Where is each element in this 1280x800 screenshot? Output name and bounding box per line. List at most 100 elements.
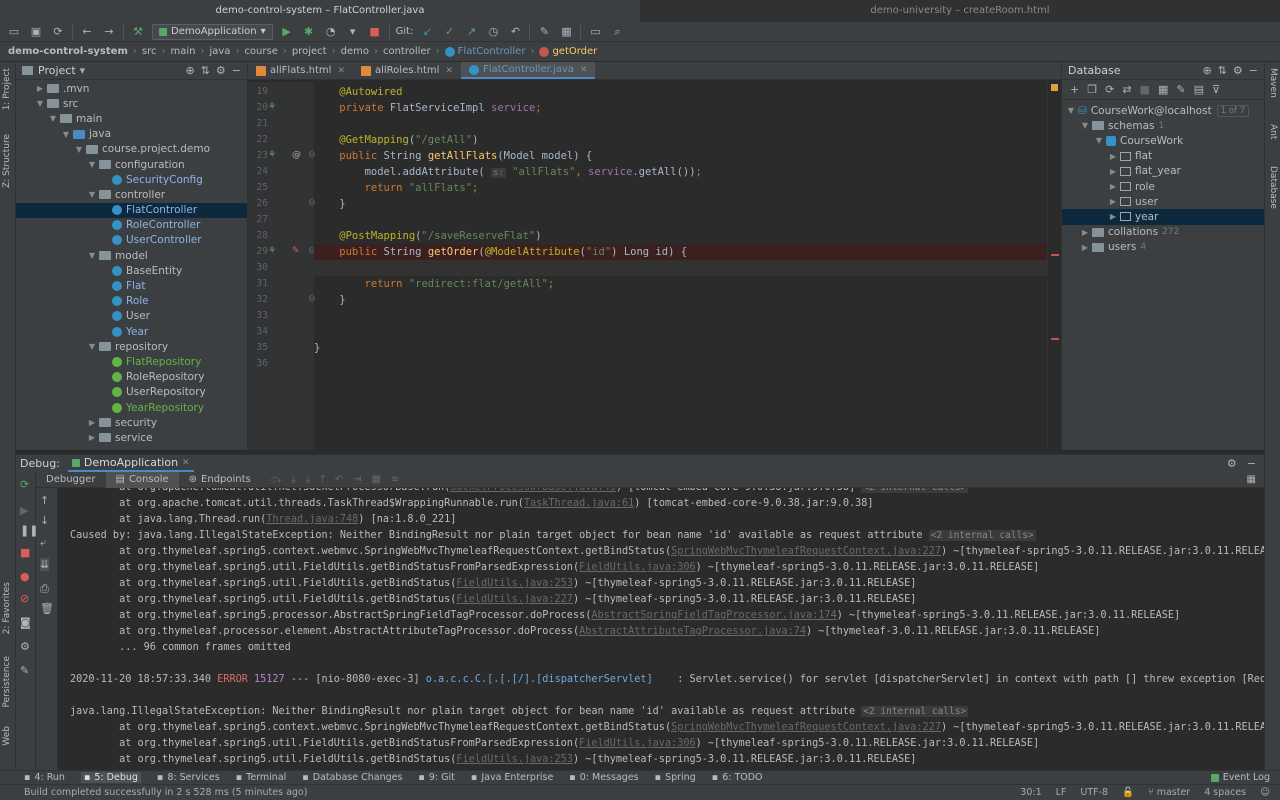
breadcrumb-class[interactable]: FlatController [444, 46, 525, 57]
build-hammer-icon[interactable]: ⚒ [130, 24, 146, 40]
collapse-all-icon[interactable]: ⇅ [1218, 64, 1227, 77]
console-line[interactable]: at org.thymeleaf.spring5.util.FieldUtils… [70, 576, 916, 592]
project-structure-icon[interactable]: ▦ [558, 24, 574, 40]
filter-icon[interactable]: ⊽ [1212, 83, 1220, 96]
tree-item[interactable]: Flat [16, 278, 247, 293]
breadcrumb-project[interactable]: demo-control-system [8, 46, 128, 57]
code-line[interactable]: @PostMapping("/saveReserveFlat") [314, 228, 1047, 244]
status-message[interactable]: Build completed successfully in 2 s 528 … [24, 787, 307, 798]
stack-trace-link[interactable]: FieldUtils.java:306 [579, 562, 696, 573]
tree-item[interactable]: ▼ main [16, 111, 247, 126]
git-rollback-icon[interactable]: ↶ [507, 24, 523, 40]
git-history-icon[interactable]: ◷ [485, 24, 501, 40]
editor-tab[interactable]: FlatController.java ✕ [460, 62, 596, 79]
debug-icon[interactable]: ✱ [301, 24, 317, 40]
run-config-select[interactable]: DemoApplication ▾ [152, 23, 273, 40]
chevron-down-icon[interactable]: ▼ [48, 114, 58, 123]
inactive-window-title[interactable]: demo-university – createRoom.html [640, 0, 1280, 22]
git-branch[interactable]: ⑂ master [1148, 787, 1190, 798]
side-tab-structure[interactable]: Z: Structure [2, 134, 12, 188]
console-output[interactable]: at org.apache.tomcat.util.net.SocketProc… [66, 488, 1264, 771]
console-line[interactable]: at org.apache.tomcat.util.threads.TaskTh… [70, 496, 873, 512]
close-icon[interactable]: ✕ [580, 65, 588, 75]
code-line[interactable]: model.addAttribute( s: "allFlats", servi… [314, 164, 1047, 180]
chevron-right-icon[interactable]: ▶ [87, 433, 97, 442]
camera-icon[interactable]: ◙ [20, 616, 31, 629]
code-line[interactable]: @GetMapping("/getAll") [314, 132, 1047, 148]
code-line[interactable] [314, 260, 1047, 276]
chevron-down-icon[interactable]: ▼ [61, 130, 71, 139]
close-icon[interactable]: ✕ [445, 66, 453, 76]
tree-item[interactable]: ▼ src [16, 96, 247, 111]
tree-item[interactable]: RoleRepository [16, 370, 247, 385]
run-icon[interactable]: ▶ [279, 24, 295, 40]
tree-item[interactable]: ▼ course.project.demo [16, 142, 247, 157]
folder-open-icon[interactable]: ▭ [6, 24, 22, 40]
tree-item[interactable]: ▼ model [16, 248, 247, 263]
tree-item[interactable]: BaseEntity [16, 263, 247, 278]
file-encoding[interactable]: UTF-8 [1080, 787, 1108, 798]
hide-icon[interactable]: − [232, 64, 241, 77]
tree-item[interactable]: UserRepository [16, 385, 247, 400]
side-tab-database[interactable]: Database [1268, 166, 1278, 209]
bottom-tab[interactable]: ▪ Java Enterprise [471, 772, 553, 783]
console-line[interactable]: Caused by: java.lang.IllegalStateExcepti… [70, 528, 1036, 544]
editor-gutter[interactable]: 19 20 21 22 23 24 25 26 27 28 29 30 31 32 33 34 35 36 ⚘ ⚘ @ ⊖… [248, 82, 316, 450]
step-out-icon[interactable]: ⤒ [320, 474, 324, 485]
scroll-to-end-icon[interactable]: ⇊ [40, 558, 50, 571]
stack-trace-link[interactable]: FieldUtils.java:227 [456, 594, 573, 605]
git-commit-icon[interactable]: ✓ [441, 24, 457, 40]
spring-mapping-icon[interactable]: ⚘ [268, 246, 276, 256]
chevron-down-icon[interactable]: ▼ [1094, 136, 1104, 145]
chevron-right-icon[interactable]: ▶ [35, 84, 45, 93]
evaluate-icon[interactable]: ▦ [372, 474, 381, 485]
project-panel-title[interactable]: Project [38, 64, 76, 77]
stack-trace-link[interactable]: FieldUtils.java:253 [456, 754, 573, 765]
breadcrumb-controller[interactable]: controller [383, 46, 431, 57]
down-arrow-icon[interactable]: ↓ [40, 514, 49, 527]
tree-item[interactable]: YearRepository [16, 400, 247, 415]
chevron-right-icon[interactable]: ▶ [1080, 228, 1090, 237]
inspector-icon[interactable]: ☺ [1260, 787, 1270, 798]
stop-icon[interactable]: ■ [1140, 83, 1150, 96]
warning-marker[interactable] [1051, 84, 1058, 91]
up-arrow-icon[interactable]: ↑ [40, 494, 49, 507]
code-line[interactable]: private FlatServiceImpl service; [314, 100, 1047, 116]
bottom-tab[interactable]: ▪ 6: TODO [712, 772, 763, 783]
stop-icon[interactable]: ■ [20, 546, 30, 559]
chevron-down-icon[interactable]: ▼ [87, 251, 97, 260]
tree-item[interactable]: ▼ java [16, 127, 247, 142]
tree-item[interactable]: ▼ controller [16, 187, 247, 202]
git-push-icon[interactable]: ↗ [463, 24, 479, 40]
console-line[interactable]: at org.thymeleaf.processor.element.Abstr… [70, 624, 1100, 640]
code-line[interactable]: } [314, 292, 1047, 308]
code-line[interactable] [314, 308, 1047, 324]
code-line[interactable]: @Autowired [314, 84, 1047, 100]
breadcrumb-main[interactable]: main [170, 46, 195, 57]
code-line[interactable] [314, 212, 1047, 228]
force-step-into-icon[interactable]: ⤓ [306, 474, 310, 485]
trace-icon[interactable]: ≡ [391, 474, 399, 485]
db-tree-item[interactable]: ▼ ⛁ CourseWork@localhost 1 of 7 [1062, 103, 1264, 118]
tree-item[interactable]: ▼ repository [16, 339, 247, 354]
stop-icon[interactable]: ■ [367, 24, 383, 40]
side-tab-maven[interactable]: Maven [1268, 68, 1278, 98]
schema-icon[interactable]: ⇄ [1122, 83, 1131, 96]
console-line[interactable]: ... 96 common frames omitted [70, 640, 291, 656]
db-tree-item[interactable]: ▶ collations 272 [1062, 225, 1264, 240]
layout-icon[interactable]: ▦ [1247, 474, 1264, 485]
forward-icon[interactable]: → [101, 24, 117, 40]
wrench-icon[interactable]: ✎ [536, 24, 552, 40]
presentation-icon[interactable]: ▭ [587, 24, 603, 40]
chevron-down-icon[interactable]: ▼ [87, 190, 97, 199]
drop-frame-icon[interactable]: ↶ [335, 474, 343, 485]
db-tree-item[interactable]: ▶ flat [1062, 149, 1264, 164]
chevron-right-icon[interactable]: ▶ [1108, 167, 1118, 176]
chevron-down-icon[interactable]: ▾ [80, 64, 86, 77]
bottom-tab[interactable]: ▪ 9: Git [418, 772, 454, 783]
close-icon[interactable]: ✕ [182, 458, 190, 468]
breadcrumb-demo[interactable]: demo [341, 46, 369, 57]
code-line[interactable] [314, 356, 1047, 372]
code-line[interactable]: public String getAllFlats(Model model) { [314, 148, 1047, 164]
annotation-icon[interactable]: @ [292, 150, 301, 160]
